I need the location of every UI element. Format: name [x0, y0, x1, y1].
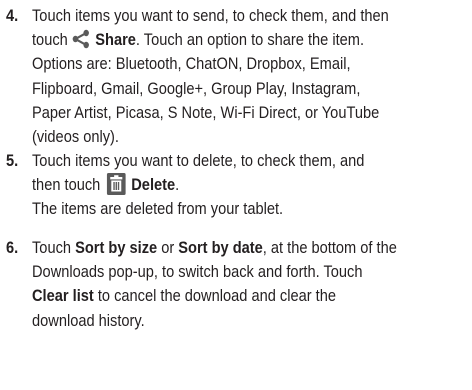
share-label: Share [95, 30, 136, 50]
step-number: 6. [6, 238, 19, 257]
clear-list-label: Clear list [32, 286, 94, 306]
text-line: then touch Delete. [32, 172, 417, 197]
step-number: 5. [6, 151, 19, 170]
text-line: Options are: Bluetooth, ChatON, Dropbox,… [32, 54, 351, 74]
step-text: Touch items you want to send, to check t… [32, 4, 417, 149]
text-span: touch [32, 30, 68, 50]
text-span: to cancel the download and clear the [93, 286, 336, 306]
text-span: Touch [32, 238, 76, 257]
text-span: or [157, 238, 179, 257]
text-line: download history. [32, 310, 145, 330]
text-line: Flipboard, Gmail, Google+, Group Play, I… [32, 78, 361, 98]
text-line: Touch items you want to send, to check t… [32, 4, 417, 28]
text-line: Downloads pop-up, to switch back and for… [32, 262, 363, 282]
step-number: 4. [6, 6, 19, 25]
text-line: Touch Sort by size or Sort by date, at t… [32, 236, 417, 260]
step-text: Touch Sort by size or Sort by date, at t… [32, 236, 417, 333]
step-text: Touch items you want to delete, to check… [32, 149, 417, 222]
text-line: (videos only). [32, 126, 119, 146]
sort-by-date-label: Sort by date [178, 238, 263, 257]
text-line: Clear list to cancel the download and cl… [32, 284, 417, 308]
sort-by-size-label: Sort by size [75, 238, 158, 257]
text-span: . Touch an option to share the item. [135, 30, 365, 50]
delete-label: Delete [131, 175, 176, 195]
text-span: Touch items you want to send, to check t… [32, 6, 389, 25]
text-line: Paper Artist, Picasa, S Note, Wi-Fi Dire… [32, 102, 380, 122]
text-span: then touch [32, 175, 101, 195]
text-span: , at the bottom of the [262, 238, 397, 257]
trash-icon [107, 172, 127, 195]
text-line: Touch items you want to delete, to check… [32, 151, 365, 170]
result-note: The items are deleted from your tablet. [32, 199, 284, 219]
text-line: touch Share. Touch an option to share th… [32, 28, 417, 52]
share-icon [72, 29, 89, 48]
text-span: . [175, 175, 180, 195]
document-page: 4. Touch items you want to send, to chec… [0, 0, 472, 390]
